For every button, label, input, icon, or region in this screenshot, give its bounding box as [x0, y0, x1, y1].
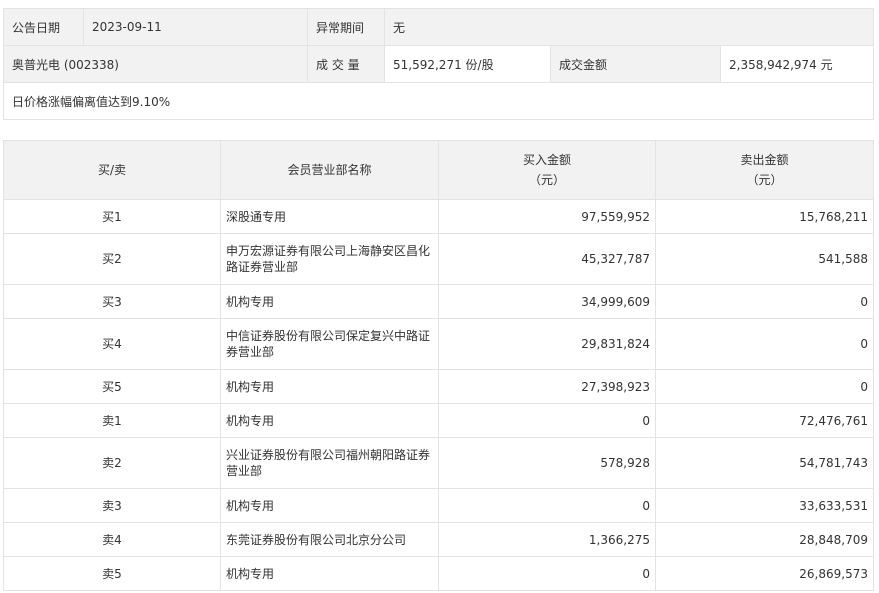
sell-amount-cell: 28,848,709 — [655, 522, 874, 557]
buy-amount-cell: 29,831,824 — [438, 318, 656, 370]
table-row: 买1 深股通专用 97,559,952 15,768,211 — [3, 199, 874, 234]
sell-amount-cell: 0 — [655, 369, 874, 404]
side-cell: 买3 — [3, 284, 221, 319]
branch-cell: 深股通专用 — [220, 199, 439, 234]
amount-label: 成交金额 — [550, 45, 721, 83]
sell-amount-cell: 15,768,211 — [655, 199, 874, 234]
branch-cell: 东莞证券股份有限公司北京分公司 — [220, 522, 439, 557]
buy-amount-cell: 97,559,952 — [438, 199, 656, 234]
sell-amount-cell: 72,476,761 — [655, 403, 874, 438]
header-sell-amount: 卖出金额 （元） — [655, 140, 874, 200]
side-cell: 买1 — [3, 199, 221, 234]
side-cell: 卖4 — [3, 522, 221, 557]
announcement-date-label: 公告日期 — [3, 8, 84, 46]
branch-cell: 中信证券股份有限公司保定复兴中路证券营业部 — [220, 318, 439, 370]
table-row: 卖3 机构专用 0 33,633,531 — [3, 488, 874, 523]
branch-cell: 兴业证券股份有限公司福州朝阳路证券营业部 — [220, 437, 439, 489]
branch-cell: 机构专用 — [220, 369, 439, 404]
abnormal-period-label: 异常期间 — [307, 8, 385, 46]
branch-cell: 机构专用 — [220, 488, 439, 523]
detail-header-row: 买/卖 会员营业部名称 买入金额 （元） 卖出金额 （元） — [3, 140, 874, 200]
volume-label: 成 交 量 — [307, 45, 385, 83]
buy-amount-cell: 0 — [438, 556, 656, 591]
table-row: 卖5 机构专用 0 26,869,573 — [3, 556, 874, 591]
table-row: 卖1 机构专用 0 72,476,761 — [3, 403, 874, 438]
abnormal-period-value: 无 — [384, 8, 874, 46]
table-row: 卖4 东莞证券股份有限公司北京分公司 1,366,275 28,848,709 — [3, 522, 874, 557]
buy-amount-cell: 0 — [438, 488, 656, 523]
sell-amount-cell: 33,633,531 — [655, 488, 874, 523]
header-sell-unit: （元） — [746, 173, 783, 187]
buy-amount-cell: 34,999,609 — [438, 284, 656, 319]
sell-amount-cell: 26,869,573 — [655, 556, 874, 591]
deviation-note: 日价格涨幅偏离值达到9.10% — [3, 82, 874, 120]
amount-value: 2,358,942,974 元 — [720, 45, 874, 83]
side-cell: 买5 — [3, 369, 221, 404]
side-cell: 买4 — [3, 318, 221, 370]
buy-amount-cell: 578,928 — [438, 437, 656, 489]
table-row: 买2 申万宏源证券有限公司上海静安区昌化路证券营业部 45,327,787 54… — [3, 233, 874, 285]
side-cell: 卖5 — [3, 556, 221, 591]
header-side: 买/卖 — [3, 140, 221, 200]
buy-amount-cell: 1,366,275 — [438, 522, 656, 557]
sell-amount-cell: 541,588 — [655, 233, 874, 285]
header-sell-amount-label: 卖出金额 — [740, 153, 789, 167]
branch-cell: 机构专用 — [220, 403, 439, 438]
sell-amount-cell: 54,781,743 — [655, 437, 874, 489]
sell-amount-cell: 0 — [655, 318, 874, 370]
table-row: 买3 机构专用 34,999,609 0 — [3, 284, 874, 319]
side-cell: 买2 — [3, 233, 221, 285]
header-branch: 会员营业部名称 — [220, 140, 439, 200]
branch-cell: 申万宏源证券有限公司上海静安区昌化路证券营业部 — [220, 233, 439, 285]
table-row: 买5 机构专用 27,398,923 0 — [3, 369, 874, 404]
header-buy-unit: （元） — [528, 173, 565, 187]
buy-amount-cell: 0 — [438, 403, 656, 438]
side-cell: 卖3 — [3, 488, 221, 523]
branch-cell: 机构专用 — [220, 284, 439, 319]
branch-cell: 机构专用 — [220, 556, 439, 591]
stock-name: 奥普光电 (002338) — [3, 45, 308, 83]
trading-detail-table: 买/卖 会员营业部名称 买入金额 （元） 卖出金额 （元） 买1 深股通专用 9… — [3, 140, 874, 591]
header-buy-amount: 买入金额 （元） — [438, 140, 656, 200]
table-row: 买4 中信证券股份有限公司保定复兴中路证券营业部 29,831,824 0 — [3, 318, 874, 370]
summary-table: 公告日期 2023-09-11 异常期间 无 奥普光电 (002338) 成 交… — [3, 8, 874, 120]
announcement-date-value: 2023-09-11 — [83, 8, 308, 46]
summary-row-note: 日价格涨幅偏离值达到9.10% — [3, 82, 874, 120]
summary-row-trade: 奥普光电 (002338) 成 交 量 51,592,271 份/股 成交金额 … — [3, 45, 874, 83]
header-buy-amount-label: 买入金额 — [522, 153, 571, 167]
buy-amount-cell: 27,398,923 — [438, 369, 656, 404]
summary-row-date: 公告日期 2023-09-11 异常期间 无 — [3, 8, 874, 46]
volume-value: 51,592,271 份/股 — [384, 45, 551, 83]
buy-amount-cell: 45,327,787 — [438, 233, 656, 285]
side-cell: 卖2 — [3, 437, 221, 489]
table-row: 卖2 兴业证券股份有限公司福州朝阳路证券营业部 578,928 54,781,7… — [3, 437, 874, 489]
sell-amount-cell: 0 — [655, 284, 874, 319]
side-cell: 卖1 — [3, 403, 221, 438]
